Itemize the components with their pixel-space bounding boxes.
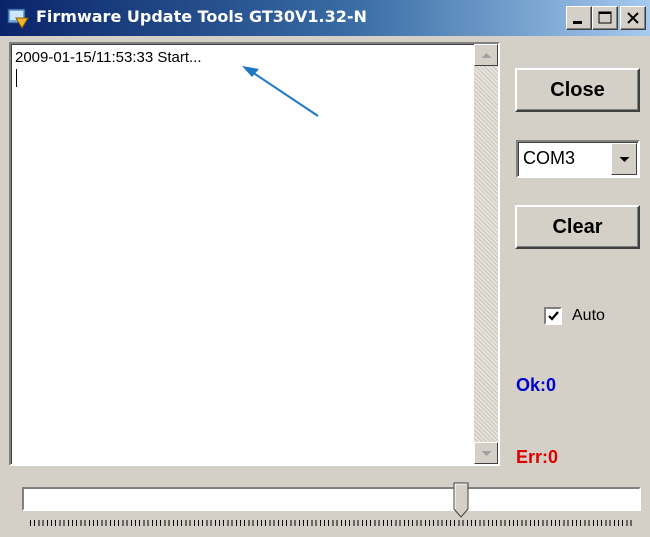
annotation-arrow: [242, 66, 319, 117]
firmware-update-window: Firmware Update Tools GT30V1.32-N 2009-0…: [0, 0, 650, 537]
